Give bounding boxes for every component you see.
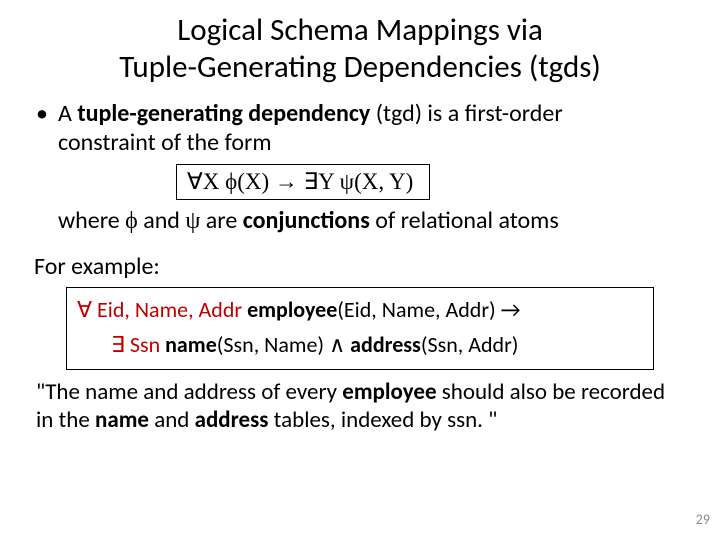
slide-body: • A tuple-generating dependency (tgd) is…	[0, 85, 720, 434]
text: (Ssn, Addr)	[421, 331, 519, 358]
text: (tgd)	[370, 99, 422, 128]
text: where	[58, 206, 125, 235]
quantifier-existential: ∃ Ssn	[111, 331, 165, 358]
pred-employee: employee	[247, 296, 337, 323]
text: and	[149, 406, 195, 434]
text: tables, indexed by ssn. "	[268, 406, 497, 434]
term-employee: employee	[342, 378, 436, 406]
example-box: ∀ Eid, Name, Addr employee(Eid, Name, Ad…	[66, 287, 654, 369]
text: are	[200, 206, 242, 235]
bullet-item: • A tuple-generating dependency (tgd) is…	[34, 99, 686, 158]
text: constraint of the form	[58, 128, 272, 157]
explanation-quote: "The name and address of every employee …	[34, 378, 686, 434]
text: of relational atoms	[370, 206, 559, 235]
phi-symbol: ϕ	[125, 208, 138, 234]
text: is a first-order	[422, 99, 563, 128]
pred-address: address	[350, 331, 421, 358]
term-tgd: tuple-generating dependency	[77, 99, 370, 128]
formula: ∀X ϕ(X) → ∃Y ψ(X, Y)	[187, 169, 413, 194]
text: (Ssn, Name) ∧	[217, 331, 350, 358]
where-clause: where ϕ and ψ are conjunctions of relati…	[34, 206, 686, 236]
text: (Eid, Name, Addr) →	[337, 296, 520, 323]
pred-name: name	[165, 331, 217, 358]
term-conjunctions: conjunctions	[243, 206, 370, 235]
example-line-2: ∃ Ssn name(Ssn, Name) ∧ address(Ssn, Add…	[77, 327, 643, 362]
quantifier-universal: ∀ Eid, Name, Addr	[77, 296, 247, 323]
bullet-text: A tuple-generating dependency (tgd) is a…	[58, 99, 686, 158]
title-line-1: Logical Schema Mappings via	[177, 11, 543, 49]
term-name: name	[95, 406, 149, 434]
text: A	[58, 99, 77, 128]
slide-title: Logical Schema Mappings via Tuple-Genera…	[0, 0, 720, 85]
text: "The name and address of every	[36, 378, 342, 406]
example-line-1: ∀ Eid, Name, Addr employee(Eid, Name, Ad…	[77, 292, 643, 327]
psi-symbol: ψ	[185, 208, 200, 234]
text: and	[138, 206, 186, 235]
page-number: 29	[696, 511, 710, 528]
for-example-label: For example:	[34, 252, 686, 281]
title-line-2: Tuple-Generating Dependencies (tgds)	[119, 48, 601, 86]
bullet-dot: •	[34, 99, 58, 158]
term-address: address	[195, 406, 269, 434]
formula-box: ∀X ϕ(X) → ∃Y ψ(X, Y)	[176, 164, 430, 200]
